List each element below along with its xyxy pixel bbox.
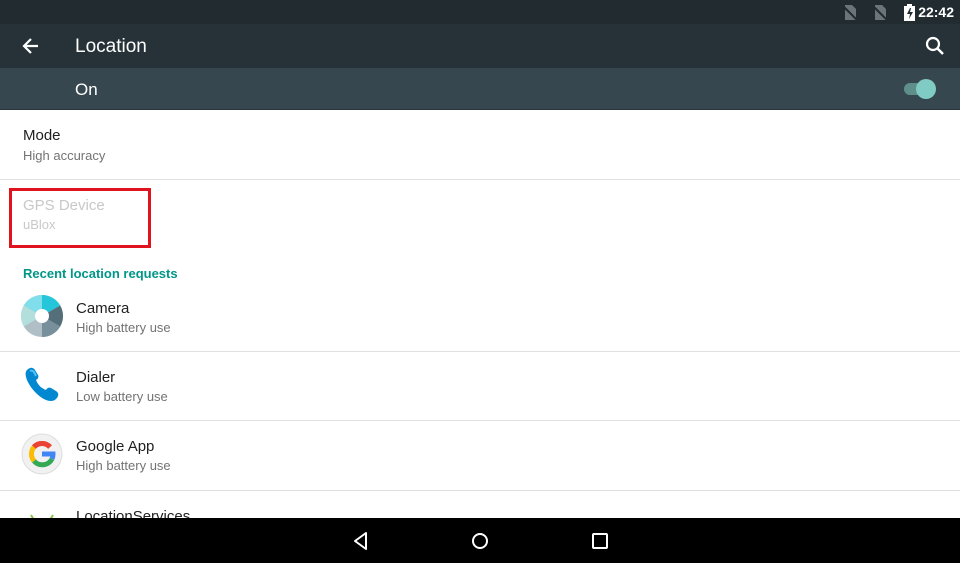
app-item-google-app[interactable]: Google App High battery use	[0, 421, 960, 490]
arrow-back-icon[interactable]	[20, 35, 42, 57]
app-summary: Low battery use	[76, 389, 168, 404]
switch-label: On	[75, 80, 98, 99]
pref-title: Mode	[23, 127, 61, 144]
nav-home-icon[interactable]	[469, 530, 491, 552]
app-summary: High battery use	[76, 320, 171, 335]
app-toolbar: Location	[0, 24, 960, 68]
section-header: Recent location requests	[23, 266, 178, 281]
pref-summary: High accuracy	[23, 148, 106, 163]
battery-charging-icon	[904, 4, 915, 21]
phone-icon	[25, 367, 59, 401]
location-toggle[interactable]	[904, 79, 936, 99]
app-summary: High battery use	[76, 458, 171, 473]
app-name: Dialer	[76, 369, 116, 386]
app-name: Google App	[76, 438, 155, 455]
nav-back-icon[interactable]	[350, 530, 372, 552]
app-name: Camera	[76, 300, 130, 317]
no-sim-icon	[872, 5, 888, 21]
no-sim-icon	[842, 5, 858, 21]
camera-icon	[21, 295, 63, 337]
mode-preference[interactable]: Mode High accuracy	[0, 110, 960, 179]
page-title: Location	[75, 36, 147, 57]
search-icon[interactable]	[924, 35, 946, 57]
navigation-bar	[0, 518, 960, 563]
google-icon	[21, 433, 63, 475]
location-switch-bar[interactable]: On	[0, 68, 960, 110]
status-bar: 22:42	[0, 0, 960, 24]
toggle-thumb	[916, 79, 936, 99]
nav-recents-icon[interactable]	[589, 530, 611, 552]
clock: 22:42	[918, 4, 954, 20]
app-item-dialer[interactable]: Dialer Low battery use	[0, 352, 960, 421]
highlight-box	[9, 188, 151, 248]
app-item-camera[interactable]: Camera High battery use	[0, 283, 960, 352]
